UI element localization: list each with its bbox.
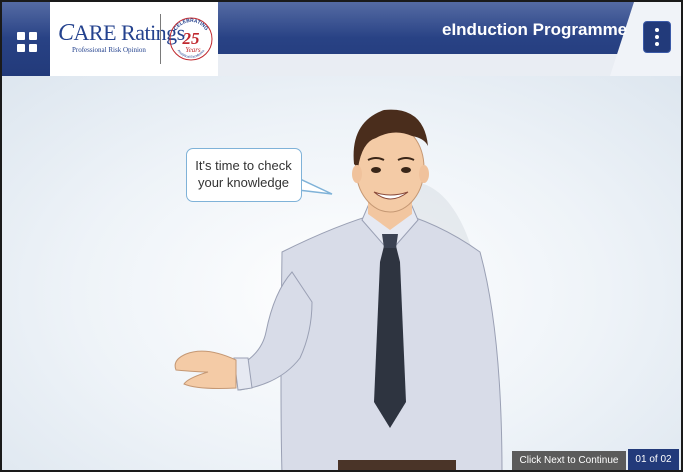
menu-grid-icon[interactable]: [17, 32, 39, 54]
app-frame: CARE Ratings Professional Risk Opinion C…: [2, 2, 681, 470]
speech-line-1: It's time to check: [195, 158, 292, 173]
anniversary-seal-icon: CELEBRATING 25 Years Analytical Excellen…: [169, 17, 213, 61]
more-options-icon[interactable]: [643, 21, 671, 53]
logo-tagline: Professional Risk Opinion: [72, 46, 146, 54]
speech-line-2: your knowledge: [197, 175, 290, 190]
logo-brand: CARE Ratings: [58, 20, 185, 46]
next-hint-label[interactable]: Click Next to Continue: [512, 451, 626, 470]
speech-text: It's time to check your knowledge: [187, 157, 300, 191]
speech-bubble: It's time to check your knowledge: [186, 148, 302, 202]
page-title: eInduction Programme: [442, 20, 628, 39]
logo-divider: [160, 14, 161, 64]
logo: CARE Ratings Professional Risk Opinion C…: [50, 2, 218, 76]
header-bar: CARE Ratings Professional Risk Opinion C…: [2, 2, 681, 76]
slide-counter: 01 of 02: [628, 449, 679, 470]
speech-bubble-tail: [298, 177, 333, 195]
